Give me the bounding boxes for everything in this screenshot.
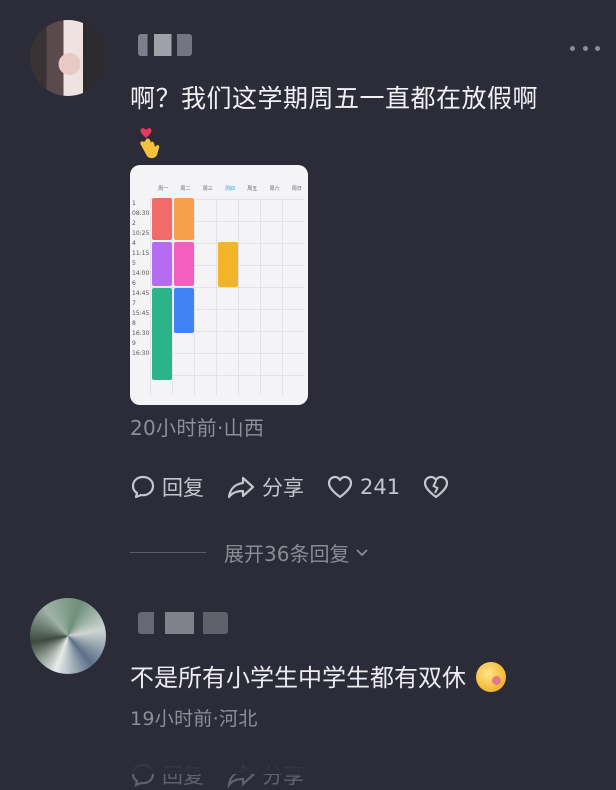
like-button[interactable]: 241	[326, 474, 400, 500]
more-icon[interactable]	[570, 40, 600, 56]
reply-label: 回复	[162, 476, 204, 500]
expand-replies-label: 展开36条回复	[224, 542, 350, 566]
day-tab: 周四	[224, 186, 235, 192]
time-label: 15:45	[132, 310, 150, 317]
course-block	[218, 242, 238, 287]
time-label: 4	[132, 240, 136, 247]
time-label: 2	[132, 220, 136, 227]
time-label: 7	[132, 300, 136, 307]
share-label: 分享	[262, 476, 304, 500]
comment-text-body: 不是所有小学生中学生都有双休	[130, 664, 466, 692]
course-block	[174, 288, 194, 333]
finger-heart-emoji-icon	[140, 128, 160, 159]
expand-replies[interactable]: 展开36条回复	[130, 538, 371, 567]
dislike-button[interactable]	[422, 474, 456, 500]
time-label: 6	[132, 280, 136, 287]
share-arrow-icon	[227, 476, 255, 499]
chat-bubble-icon	[131, 475, 155, 499]
day-tab: 周三	[202, 186, 213, 192]
share-button[interactable]: 分享	[226, 472, 304, 502]
comment-text: 不是所有小学生中学生都有双休	[130, 658, 506, 693]
day-tab: 周二	[180, 186, 191, 192]
comment-meta: 20小时前·山西	[130, 416, 265, 440]
time-label: 8	[132, 320, 136, 327]
day-tab: 周五	[247, 186, 258, 192]
time-label: 08:30	[132, 210, 150, 217]
time-label: 9	[132, 340, 136, 347]
schedule-times: 1 08:30 2 10:25 4 11:15 5 14:00 6 14:45 …	[132, 199, 150, 405]
time-label: 16:30	[132, 350, 150, 357]
time-label: 14:00	[132, 270, 150, 277]
course-block	[174, 198, 194, 240]
comment-actions: 回复 分享 241	[130, 472, 478, 502]
time-label: 16:30	[132, 330, 150, 337]
time-label: 5	[132, 260, 136, 267]
course-block	[174, 242, 194, 286]
time-label: 11:15	[132, 250, 150, 257]
divider	[130, 552, 206, 553]
broken-heart-icon	[423, 475, 449, 499]
schedule-day-row: 周一 周二 周三 周四 周五 周六 周日	[152, 185, 308, 197]
comment-meta: 19小时前·河北	[130, 708, 258, 730]
course-block	[152, 198, 172, 240]
avatar[interactable]	[30, 598, 106, 674]
day-tab: 周一	[158, 186, 169, 192]
reply-button[interactable]: 回复	[130, 472, 204, 502]
day-tab: 周日	[291, 186, 302, 192]
username-blurred[interactable]	[138, 612, 228, 634]
chevron-down-icon	[356, 548, 369, 556]
course-block	[152, 288, 172, 380]
username-blurred[interactable]	[138, 34, 192, 56]
like-count: 241	[360, 475, 401, 499]
yum-face-emoji-icon	[476, 662, 506, 692]
comment-text: 啊？我们这学期周五一直都在放假啊	[130, 84, 539, 113]
day-tab: 周六	[269, 186, 280, 192]
time-label: 14:45	[132, 290, 150, 297]
time-label: 1	[132, 200, 136, 207]
avatar[interactable]	[30, 20, 106, 96]
course-block	[152, 242, 172, 286]
schedule-image[interactable]: 周一 周二 周三 周四 周五 周六 周日 1 08:30 2 10:25 4 1…	[130, 165, 308, 405]
bottom-fade	[0, 746, 616, 774]
time-label: 10:25	[132, 230, 150, 237]
heart-icon	[327, 475, 353, 499]
